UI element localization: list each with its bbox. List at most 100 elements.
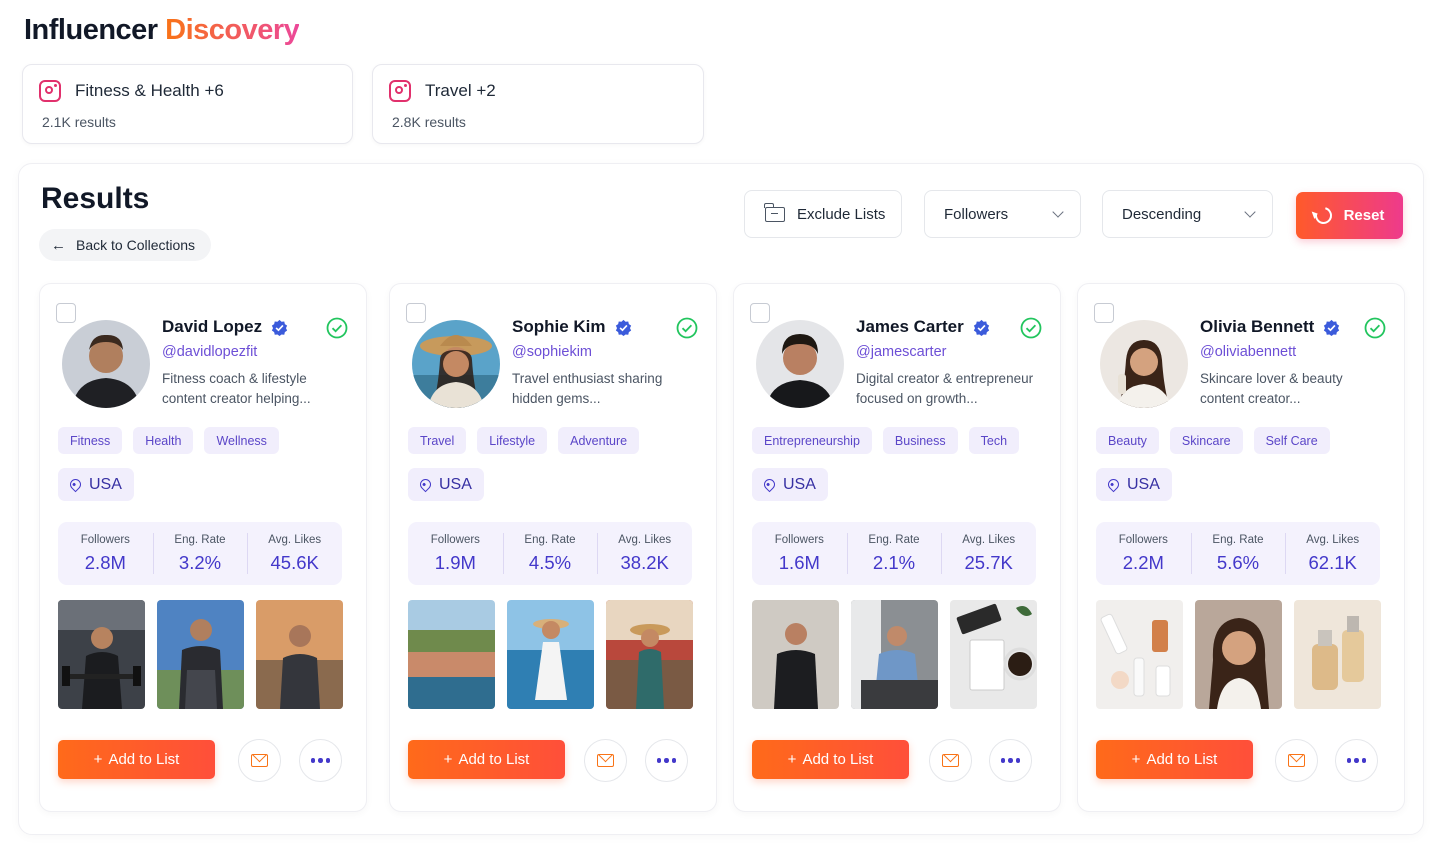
avatar bbox=[62, 320, 150, 408]
back-label: Back to Collections bbox=[76, 237, 196, 253]
post-thumbnail[interactable] bbox=[1294, 600, 1381, 709]
message-button[interactable] bbox=[238, 739, 281, 782]
stat-label: Followers bbox=[1118, 534, 1168, 546]
post-thumbnail[interactable] bbox=[157, 600, 244, 709]
stat-eng-rate: Eng. Rate 4.5% bbox=[502, 522, 598, 585]
message-button[interactable] bbox=[1275, 739, 1318, 782]
tag[interactable]: Tech bbox=[968, 427, 1020, 454]
post-thumbnail[interactable] bbox=[1195, 600, 1282, 709]
chevron-down-icon bbox=[1052, 206, 1064, 218]
stat-value: 25.7K bbox=[964, 552, 1013, 573]
reset-button[interactable]: Reset bbox=[1296, 192, 1403, 239]
influencer-name[interactable]: James Carter bbox=[856, 317, 964, 337]
saved-search-travel[interactable]: Travel +2 2.8K results bbox=[372, 64, 704, 144]
add-to-list-button[interactable]: + Add to List bbox=[58, 740, 215, 779]
tag[interactable]: Wellness bbox=[204, 427, 279, 454]
add-to-list-button[interactable]: + Add to List bbox=[408, 740, 565, 779]
influencer-handle[interactable]: @davidlopezfit bbox=[162, 344, 257, 360]
sort-order-select[interactable]: Descending bbox=[1102, 190, 1273, 238]
influencer-handle[interactable]: @jamescarter bbox=[856, 344, 946, 360]
post-thumbnail[interactable] bbox=[1096, 600, 1183, 709]
stat-label: Eng. Rate bbox=[1212, 534, 1264, 546]
tag[interactable]: Travel bbox=[408, 427, 467, 454]
more-options-button[interactable] bbox=[645, 739, 688, 782]
tag[interactable]: Lifestyle bbox=[477, 427, 548, 454]
saved-search-count: 2.1K results bbox=[42, 114, 116, 130]
more-options-button[interactable] bbox=[299, 739, 342, 782]
back-to-collections-button[interactable]: ← Back to Collections bbox=[39, 229, 212, 261]
message-button[interactable] bbox=[584, 739, 627, 782]
plus-icon: + bbox=[787, 751, 797, 768]
tag-list: Beauty Skincare Self Care bbox=[1096, 427, 1330, 454]
tag[interactable]: Fitness bbox=[58, 427, 123, 454]
more-options-button[interactable] bbox=[989, 739, 1032, 782]
sort-by-select[interactable]: Followers bbox=[924, 190, 1081, 238]
check-circle-icon bbox=[676, 317, 698, 339]
post-thumbnail[interactable] bbox=[606, 600, 693, 709]
recent-posts bbox=[1096, 600, 1381, 709]
add-to-list-button[interactable]: + Add to List bbox=[752, 740, 909, 779]
stat-eng-rate: Eng. Rate 2.1% bbox=[846, 522, 942, 585]
sort-order-value: Descending bbox=[1122, 205, 1202, 223]
tag[interactable]: Self Care bbox=[1253, 427, 1330, 454]
post-thumbnail[interactable] bbox=[752, 600, 839, 709]
stat-followers: Followers 2.2M bbox=[1096, 522, 1191, 585]
post-thumbnail[interactable] bbox=[950, 600, 1037, 709]
select-checkbox[interactable] bbox=[1094, 303, 1114, 323]
influencer-bio: Fitness coach & lifestyle content creato… bbox=[162, 371, 311, 406]
influencer-card[interactable]: Olivia Bennett @oliviabennett Skincare l… bbox=[1077, 283, 1405, 812]
stat-followers: Followers 1.6M bbox=[752, 522, 847, 585]
influencer-bio: Travel enthusiast sharing hidden gems... bbox=[512, 371, 663, 406]
stat-value: 3.2% bbox=[178, 552, 222, 573]
stat-followers: Followers 1.9M bbox=[408, 522, 503, 585]
post-thumbnail[interactable] bbox=[58, 600, 145, 709]
influencer-card[interactable]: Sophie Kim @sophiekim Travel enthusiast … bbox=[389, 283, 717, 812]
reset-label: Reset bbox=[1343, 207, 1385, 224]
influencer-card[interactable]: David Lopez @davidlopezfit Fitness coach… bbox=[39, 283, 367, 812]
verified-badge-icon bbox=[1324, 319, 1340, 336]
stat-label: Followers bbox=[80, 534, 130, 546]
select-checkbox[interactable] bbox=[406, 303, 426, 323]
influencer-name[interactable]: David Lopez bbox=[162, 317, 262, 337]
page-title-main: Influencer bbox=[24, 14, 158, 46]
influencer-card[interactable]: James Carter @jamescarter Digital creato… bbox=[733, 283, 1061, 812]
tag[interactable]: Entrepreneurship bbox=[752, 427, 872, 454]
saved-search-count: 2.8K results bbox=[392, 114, 466, 130]
reset-icon bbox=[1311, 203, 1335, 228]
tag[interactable]: Business bbox=[882, 427, 958, 454]
tag[interactable]: Health bbox=[133, 427, 194, 454]
post-thumbnail[interactable] bbox=[408, 600, 495, 709]
check-circle-icon bbox=[1364, 317, 1386, 339]
post-thumbnail[interactable] bbox=[256, 600, 343, 709]
influencer-handle[interactable]: @oliviabennett bbox=[1200, 344, 1296, 360]
influencer-name[interactable]: Sophie Kim bbox=[512, 317, 606, 337]
location-badge: USA bbox=[1096, 468, 1172, 501]
stats-panel: Followers 1.9M Eng. Rate 4.5% Avg. Likes 38… bbox=[408, 522, 692, 585]
more-options-button[interactable] bbox=[1335, 739, 1378, 782]
add-to-list-label: Add to List bbox=[108, 751, 180, 768]
stat-value: 1.6M bbox=[778, 552, 820, 573]
tag[interactable]: Beauty bbox=[1096, 427, 1159, 454]
add-to-list-button[interactable]: + Add to List bbox=[1096, 740, 1253, 779]
location-pin-icon bbox=[761, 476, 778, 493]
select-checkbox[interactable] bbox=[750, 303, 770, 323]
saved-search-fitness[interactable]: Fitness & Health +6 2.1K results bbox=[22, 64, 353, 144]
stat-value: 45.6K bbox=[270, 552, 319, 573]
message-button[interactable] bbox=[929, 739, 972, 782]
tag[interactable]: Adventure bbox=[558, 427, 640, 454]
location-label: USA bbox=[439, 475, 472, 493]
exclude-lists-button[interactable]: Exclude Lists bbox=[744, 190, 902, 238]
results-title: Results bbox=[41, 182, 150, 215]
verified-badge-icon bbox=[271, 319, 288, 336]
post-thumbnail[interactable] bbox=[851, 600, 938, 709]
tag-list: Fitness Health Wellness bbox=[58, 427, 279, 454]
stats-panel: Followers 2.8M Eng. Rate 3.2% Avg. Likes 45… bbox=[58, 522, 342, 585]
influencer-handle[interactable]: @sophiekim bbox=[512, 344, 592, 360]
influencer-name[interactable]: Olivia Bennett bbox=[1200, 317, 1314, 337]
stat-value: 2.8M bbox=[84, 552, 126, 573]
post-thumbnail[interactable] bbox=[507, 600, 594, 709]
stat-value: 4.5% bbox=[528, 552, 572, 573]
select-checkbox[interactable] bbox=[56, 303, 76, 323]
tag[interactable]: Skincare bbox=[1169, 427, 1243, 454]
stat-value: 38.2K bbox=[620, 552, 669, 573]
